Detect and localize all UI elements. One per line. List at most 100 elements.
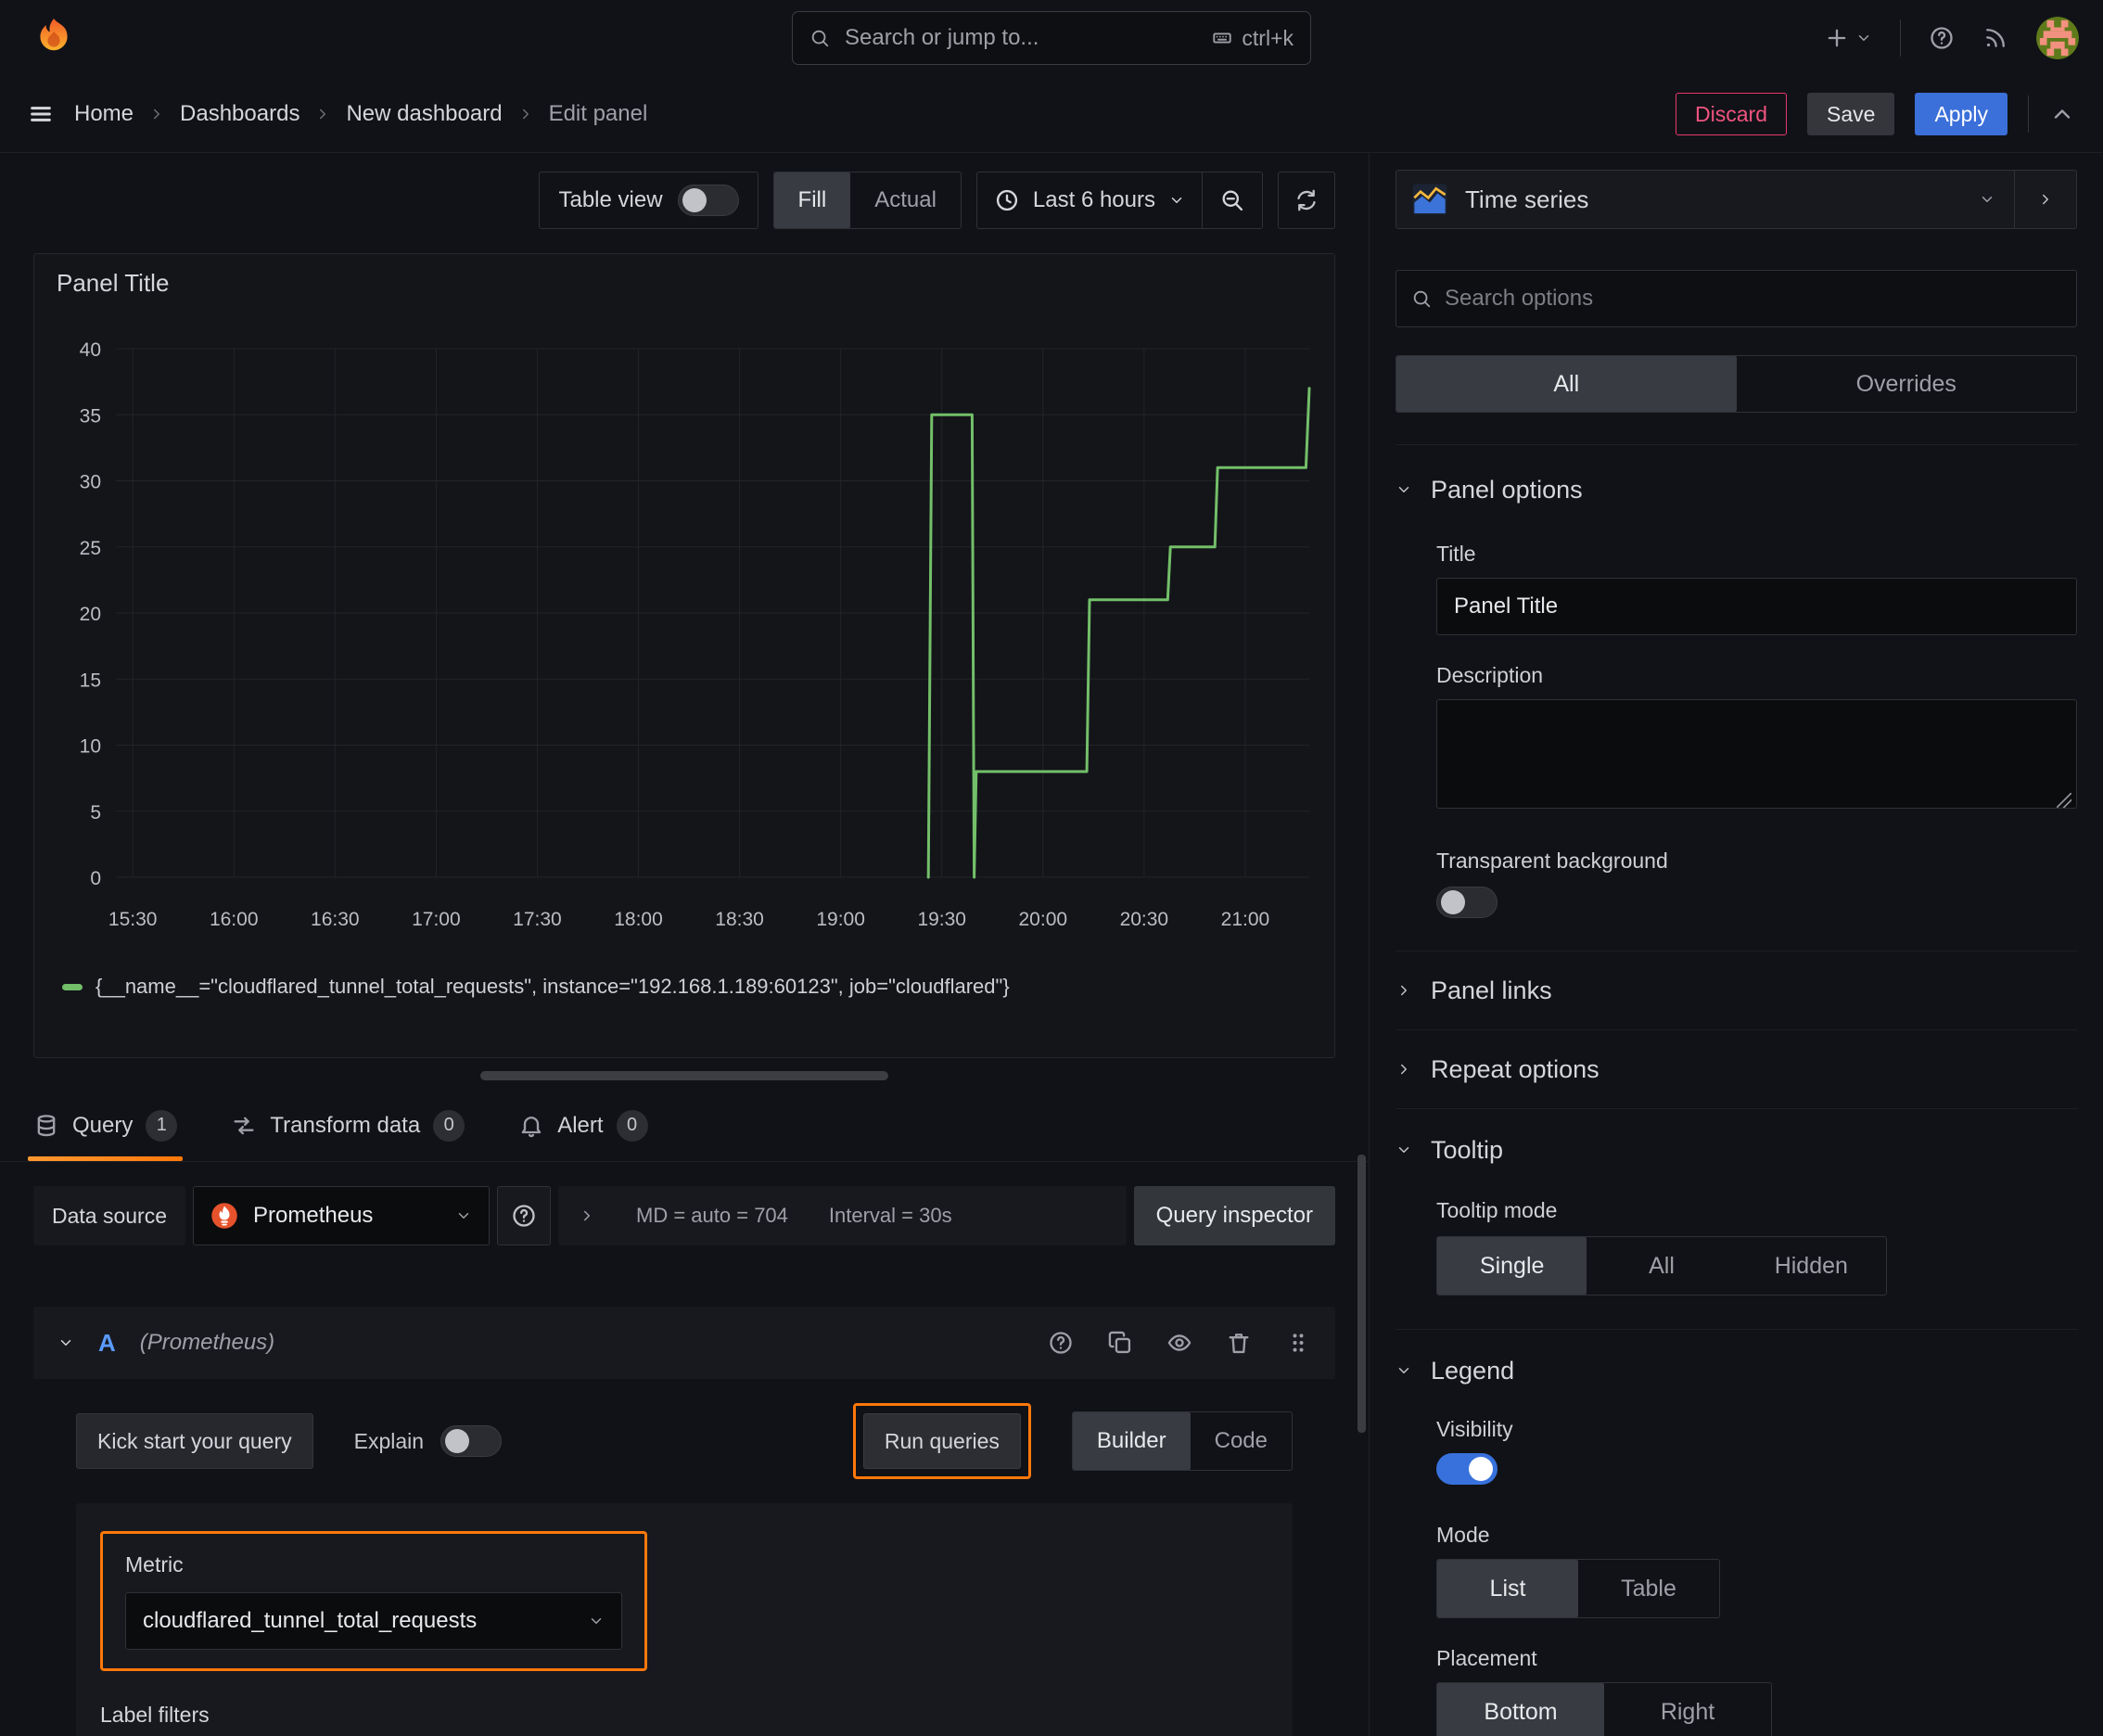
datasource-name: Prometheus xyxy=(253,1203,374,1228)
vis-suggestions-button[interactable] xyxy=(2015,171,2076,228)
drag-grip-icon[interactable] xyxy=(1285,1330,1311,1356)
breadcrumb-home[interactable]: Home xyxy=(74,101,134,127)
transform-count-badge: 0 xyxy=(433,1109,465,1142)
search-shortcut: ctrl+k xyxy=(1212,26,1294,51)
search-bar[interactable]: Search or jump to... ctrl+k xyxy=(792,11,1311,65)
tab-query[interactable]: Query 1 xyxy=(27,1090,184,1161)
main-scrollbar[interactable] xyxy=(1357,1155,1366,1433)
breadcrumb-new-dashboard[interactable]: New dashboard xyxy=(346,101,502,127)
tooltip-header[interactable]: Tooltip xyxy=(1396,1130,2077,1170)
tab-transform-data[interactable]: Transform data 0 xyxy=(231,1090,465,1161)
save-button[interactable]: Save xyxy=(1807,93,1895,135)
run-queries-highlight: Run queries xyxy=(852,1403,1031,1479)
run-queries-button[interactable]: Run queries xyxy=(862,1413,1021,1469)
query-editor-card: A (Prometheus) Kick start your query Exp… xyxy=(33,1307,1335,1736)
user-avatar[interactable] xyxy=(2036,17,2079,59)
discard-button[interactable]: Discard xyxy=(1676,93,1788,135)
legend-header[interactable]: Legend xyxy=(1396,1350,2077,1391)
transparent-background-toggle[interactable] xyxy=(1436,887,1498,918)
query-inspector-button[interactable]: Query inspector xyxy=(1133,1186,1335,1245)
repeat-options-section[interactable]: Repeat options xyxy=(1396,1030,2077,1108)
tooltip-all-option[interactable]: All xyxy=(1587,1237,1736,1295)
help-button[interactable] xyxy=(1929,25,1955,51)
pane-resize-handle[interactable] xyxy=(480,1071,888,1080)
explain-toggle[interactable] xyxy=(440,1425,503,1457)
builder-option[interactable]: Builder xyxy=(1072,1412,1191,1470)
max-data-points: MD = auto = 704 xyxy=(636,1204,788,1227)
explain-label: Explain xyxy=(353,1428,425,1453)
options-search-input[interactable] xyxy=(1445,286,2061,312)
options-sidebar: Time series All Overrides xyxy=(1369,153,2103,1736)
help-icon[interactable] xyxy=(1048,1330,1074,1356)
datasource-label: Data source xyxy=(33,1186,186,1245)
svg-text:17:00: 17:00 xyxy=(412,909,461,930)
actual-option[interactable]: Actual xyxy=(850,172,961,228)
chevron-right-icon xyxy=(517,106,534,122)
metric-select[interactable]: cloudflared_tunnel_total_requests xyxy=(125,1592,622,1650)
chevron-down-icon xyxy=(1398,1368,1409,1373)
description-textarea[interactable] xyxy=(1436,699,2077,809)
panel-options-header[interactable]: Panel options xyxy=(1396,469,2077,510)
collapse-header-button[interactable] xyxy=(2049,101,2075,127)
apply-button[interactable]: Apply xyxy=(1915,93,2007,135)
svg-text:16:30: 16:30 xyxy=(311,909,360,930)
legend-visibility-toggle[interactable] xyxy=(1436,1453,1498,1485)
legend-title: Legend xyxy=(1431,1356,1515,1385)
news-button[interactable] xyxy=(1982,25,2008,51)
prometheus-icon xyxy=(211,1203,237,1229)
query-options-summary[interactable]: MD = auto = 704 Interval = 30s xyxy=(558,1186,1127,1245)
clock-icon xyxy=(996,189,1017,211)
tooltip-single-option[interactable]: Single xyxy=(1437,1237,1587,1295)
title-label: Title xyxy=(1436,542,1476,566)
table-view-label: Table view xyxy=(558,187,663,212)
chevron-right-icon xyxy=(584,1210,591,1221)
eye-icon[interactable] xyxy=(1166,1330,1192,1356)
query-builder-panel: Metric cloudflared_tunnel_total_requests… xyxy=(76,1503,1293,1736)
chart-panel: Panel Title 0 5 10 15 20 25 30 35 40 15:30 16:00 16… xyxy=(33,253,1335,1058)
chevron-down-icon xyxy=(458,1213,469,1219)
tab-all[interactable]: All xyxy=(1396,356,1737,412)
plot-area[interactable]: 0 5 10 15 20 25 30 35 40 15:30 16:00 16:30 17:00 17:3… xyxy=(57,313,1315,963)
tab-alert-label: Alert xyxy=(557,1112,604,1138)
panel-title-input[interactable] xyxy=(1436,578,2077,635)
tooltip-title: Tooltip xyxy=(1431,1135,1504,1164)
transform-icon xyxy=(234,1117,254,1134)
legend-mode-list[interactable]: List xyxy=(1437,1560,1578,1617)
breadcrumb-dashboards[interactable]: Dashboards xyxy=(180,101,300,127)
fill-option[interactable]: Fill xyxy=(773,172,851,228)
svg-text:18:30: 18:30 xyxy=(715,909,764,930)
panel-links-section[interactable]: Panel links xyxy=(1396,951,2077,1029)
duplicate-icon[interactable] xyxy=(1107,1330,1133,1356)
refresh-button[interactable] xyxy=(1278,172,1335,229)
code-option[interactable]: Code xyxy=(1191,1412,1292,1470)
legend-mode-table[interactable]: Table xyxy=(1578,1560,1719,1617)
table-view-control: Table view xyxy=(539,172,758,229)
options-scope-tabs: All Overrides xyxy=(1396,355,2077,413)
query-datasource-hint: (Prometheus) xyxy=(139,1330,275,1355)
datasource-help-button[interactable] xyxy=(497,1186,552,1245)
tab-overrides[interactable]: Overrides xyxy=(1737,356,2077,412)
time-range-picker[interactable]: Last 6 hours xyxy=(977,172,1202,228)
menu-toggle-button[interactable] xyxy=(28,101,54,127)
textarea-resize-handle[interactable] xyxy=(2057,793,2071,808)
svg-text:30: 30 xyxy=(80,472,101,493)
add-new-button[interactable] xyxy=(1824,25,1872,51)
tab-alert[interactable]: Alert 0 xyxy=(518,1090,648,1161)
table-view-toggle[interactable] xyxy=(677,185,739,216)
legend-placement-right[interactable]: Right xyxy=(1604,1683,1771,1736)
options-search[interactable] xyxy=(1396,270,2077,327)
trash-icon[interactable] xyxy=(1226,1330,1252,1356)
tooltip-hidden-option[interactable]: Hidden xyxy=(1737,1237,1886,1295)
repeat-options-title: Repeat options xyxy=(1431,1054,1600,1083)
legend-placement-bottom[interactable]: Bottom xyxy=(1437,1683,1604,1736)
breadcrumb-edit-panel: Edit panel xyxy=(548,101,648,126)
datasource-picker[interactable]: Prometheus xyxy=(193,1186,491,1245)
legend-item[interactable]: {__name__="cloudflared_tunnel_total_requ… xyxy=(57,963,1312,1011)
kickstart-query-button[interactable]: Kick start your query xyxy=(76,1413,313,1469)
query-row-header[interactable]: A (Prometheus) xyxy=(33,1307,1335,1379)
grafana-logo[interactable] xyxy=(32,16,76,60)
visualization-picker[interactable]: Time series xyxy=(1396,170,2077,229)
breadcrumb-bar: Home Dashboards New dashboard Edit panel… xyxy=(0,76,2103,153)
zoom-out-button[interactable] xyxy=(1203,172,1262,228)
time-series-chart[interactable]: 0 5 10 15 20 25 30 35 40 15:30 16:00 16:30 17:00 17:3… xyxy=(57,313,1312,963)
